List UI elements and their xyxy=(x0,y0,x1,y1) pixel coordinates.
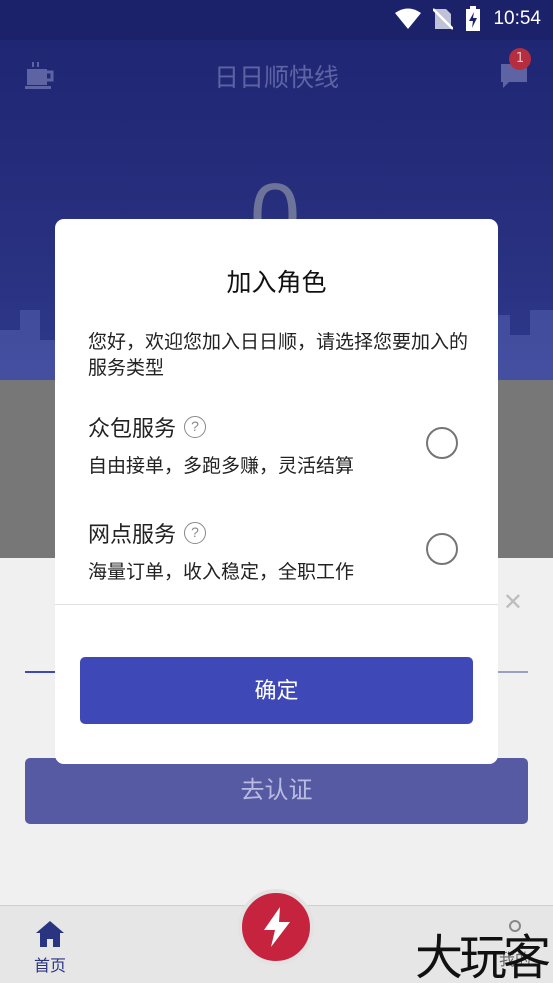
join-role-dialog: 加入角色 您好，欢迎您加入日日顺，请选择您要加入的服务类型 众包服务 ? 自由接… xyxy=(55,219,498,764)
help-icon[interactable]: ? xyxy=(184,522,207,544)
help-icon[interactable]: ? xyxy=(184,416,207,438)
option-title: 网点服务 xyxy=(88,523,177,548)
option-crowdsource[interactable]: 众包服务 ? 自由接单，多跑多赚，灵活结算 xyxy=(88,411,468,491)
dialog-divider xyxy=(55,604,498,605)
confirm-button[interactable]: 确定 xyxy=(80,657,473,724)
radio-outlet[interactable] xyxy=(426,533,458,565)
dialog-title: 加入角色 xyxy=(226,268,327,297)
radio-crowdsource[interactable] xyxy=(426,427,458,459)
option-title: 众包服务 xyxy=(88,417,177,442)
option-title-row: 众包服务 ? xyxy=(88,411,468,443)
dialog-description: 您好，欢迎您加入日日顺，请选择您要加入的服务类型 xyxy=(88,331,469,379)
option-subtitle: 自由接单，多跑多赚，灵活结算 xyxy=(88,455,355,477)
option-outlet[interactable]: 网点服务 ? 海量订单，收入稳定，全职工作 xyxy=(88,517,468,597)
option-subtitle: 海量订单，收入稳定，全职工作 xyxy=(88,561,355,583)
option-title-row: 网点服务 ? xyxy=(88,517,468,549)
